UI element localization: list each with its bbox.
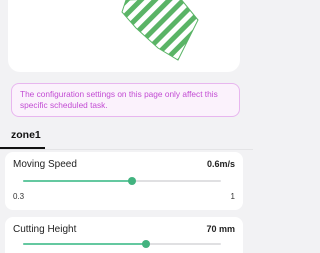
moving-speed-label: Moving Speed bbox=[13, 159, 77, 170]
moving-speed-max-label: 1 bbox=[230, 192, 235, 201]
tab-zone1-label: zone1 bbox=[11, 129, 41, 141]
cutting-height-value: 70 mm bbox=[206, 224, 235, 234]
cutting-height-label: Cutting Height bbox=[13, 224, 77, 235]
moving-speed-min-label: 0.3 bbox=[13, 192, 25, 201]
slider-thumb[interactable] bbox=[127, 177, 136, 185]
slider-thumb[interactable] bbox=[141, 240, 150, 248]
zone-tab-bar: zone1 bbox=[0, 124, 253, 150]
zone-map-shape bbox=[121, 0, 199, 61]
cutting-height-card: Cutting Height 70 mm bbox=[5, 217, 243, 253]
zone-map-preview bbox=[8, 0, 240, 72]
cutting-height-slider[interactable] bbox=[23, 239, 221, 249]
notice-text: The configuration settings on this page … bbox=[20, 89, 218, 110]
tab-divider bbox=[0, 149, 253, 150]
moving-speed-card: Moving Speed 0.6m/s 0.3 1 bbox=[5, 152, 243, 210]
moving-speed-value: 0.6m/s bbox=[206, 159, 235, 169]
slider-fill bbox=[23, 243, 146, 245]
task-settings-notice: The configuration settings on this page … bbox=[11, 83, 240, 117]
moving-speed-slider[interactable] bbox=[23, 176, 221, 186]
slider-fill bbox=[23, 180, 132, 182]
